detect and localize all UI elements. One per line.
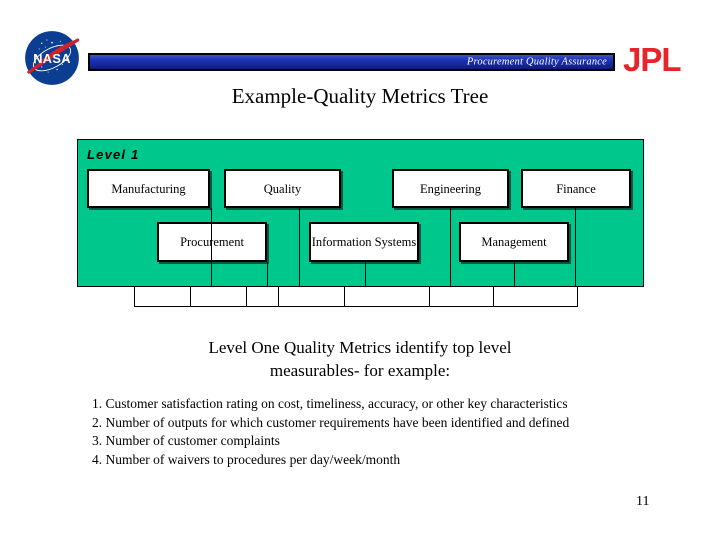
connector-finance xyxy=(575,208,576,287)
caption-line-2: measurables- for example: xyxy=(269,361,451,380)
diagram-subrow xyxy=(77,286,578,307)
subrow-divider xyxy=(278,286,279,307)
node-procurement[interactable]: Procurement xyxy=(157,222,267,262)
list-item: 3. Number of customer complaints xyxy=(92,433,280,448)
node-label: Engineering xyxy=(419,181,482,196)
list-item: 1. Customer satisfaction rating on cost,… xyxy=(92,396,568,411)
level-label: Level 1 xyxy=(87,147,140,162)
svg-text:NASA: NASA xyxy=(33,51,71,66)
node-information-systems[interactable]: Information Systems xyxy=(309,222,419,262)
list-item: 4. Number of waivers to procedures per d… xyxy=(92,451,401,467)
caption: Level One Quality Metrics identify top l… xyxy=(0,336,720,382)
subrow-divider xyxy=(246,286,247,307)
header-banner-text: Procurement Quality Assurance xyxy=(466,56,607,68)
connector-information-systems xyxy=(365,262,366,287)
header-banner: Procurement Quality Assurance xyxy=(88,53,615,71)
list-item: 2. Number of outputs for which customer … xyxy=(92,414,570,430)
subrow-box xyxy=(134,286,578,307)
page-title: Example-Quality Metrics Tree xyxy=(231,84,489,108)
bullet-list: 1. Customer satisfaction rating on cost,… xyxy=(92,395,692,469)
subrow-divider xyxy=(429,286,430,307)
connector-procurement xyxy=(267,262,268,287)
subrow-divider xyxy=(190,286,191,307)
node-label: Quality xyxy=(263,181,302,196)
diagram-panel xyxy=(77,139,644,287)
nasa-logo: NASA xyxy=(16,26,88,90)
connector-manufacturing xyxy=(211,208,212,287)
node-label: Manufacturing xyxy=(111,181,186,196)
connector-engineering xyxy=(450,208,451,287)
subrow-divider xyxy=(344,286,345,307)
connector-management xyxy=(514,262,515,287)
node-label: Information Systems xyxy=(311,235,417,249)
subrow-divider xyxy=(493,286,494,307)
node-engineering[interactable]: Engineering xyxy=(392,169,509,208)
quality-metrics-tree: Level 1 Manufacturing Quality Engineerin… xyxy=(77,139,644,287)
caption-line-1: Level One Quality Metrics identify top l… xyxy=(208,338,512,357)
jpl-logo: JPL xyxy=(623,41,682,78)
node-quality[interactable]: Quality xyxy=(224,169,341,208)
node-label: Finance xyxy=(556,181,596,196)
node-label: Procurement xyxy=(180,235,244,249)
connector-quality xyxy=(299,208,300,287)
page-number: 11 xyxy=(636,494,650,509)
node-manufacturing[interactable]: Manufacturing xyxy=(87,169,210,208)
header-banner-gradient: Procurement Quality Assurance xyxy=(90,55,613,69)
node-finance[interactable]: Finance xyxy=(521,169,631,208)
node-management[interactable]: Management xyxy=(459,222,569,262)
node-label: Management xyxy=(481,235,547,249)
